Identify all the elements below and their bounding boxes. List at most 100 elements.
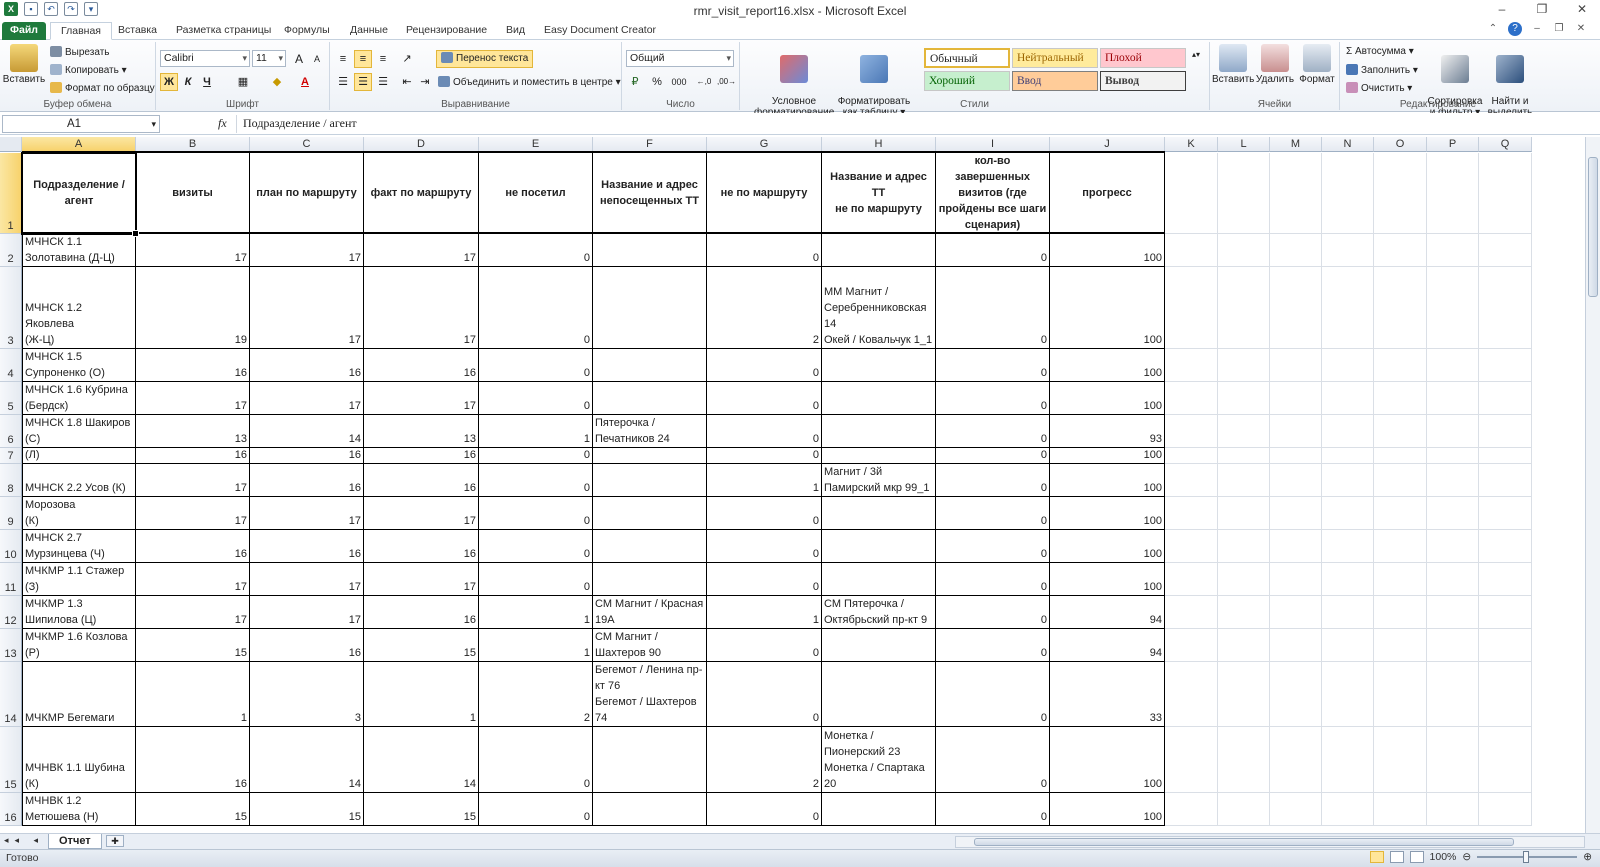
table-cell-j[interactable]: 100 [1050, 448, 1165, 464]
empty-cell[interactable] [1479, 530, 1532, 563]
column-header-h[interactable]: H [822, 137, 936, 152]
empty-cell[interactable] [1165, 267, 1218, 349]
thousands-button[interactable]: 000 [668, 73, 690, 91]
empty-cell[interactable] [1165, 662, 1218, 727]
empty-cell[interactable] [1479, 464, 1532, 497]
table-cell-g[interactable]: 0 [707, 563, 822, 596]
table-cell-e[interactable]: 0 [479, 382, 593, 415]
table-cell-h[interactable]: Монетка / Пионерский 23 Монетка / Спарта… [822, 727, 936, 793]
align-left-icon[interactable]: ☰ [334, 73, 352, 91]
table-cell-g[interactable]: 1 [707, 596, 822, 629]
table-cell-d[interactable]: 17 [364, 497, 479, 530]
normal-view-icon[interactable] [1369, 851, 1384, 863]
empty-cell[interactable] [1165, 464, 1218, 497]
orientation-icon[interactable]: ↗ [398, 50, 416, 68]
table-cell-e[interactable]: 0 [479, 497, 593, 530]
empty-cell[interactable] [1270, 662, 1322, 727]
empty-cell[interactable] [1479, 234, 1532, 267]
table-cell-h[interactable] [822, 793, 936, 826]
table-cell-i[interactable]: 0 [936, 234, 1050, 267]
table-cell-i[interactable]: 0 [936, 727, 1050, 793]
row-header[interactable]: 13 [0, 629, 22, 662]
table-cell-g[interactable]: 1 [707, 464, 822, 497]
empty-cell[interactable] [1322, 629, 1374, 662]
column-header-n[interactable]: N [1322, 137, 1374, 152]
table-cell-h[interactable] [822, 448, 936, 464]
empty-cell[interactable] [1427, 727, 1479, 793]
column-header-b[interactable]: B [136, 137, 250, 152]
header-cell-e[interactable]: не посетил [479, 153, 593, 234]
row-header[interactable]: 4 [0, 349, 22, 382]
table-cell-c[interactable]: 17 [250, 267, 364, 349]
tab-review[interactable]: Рецензирование [396, 22, 497, 40]
table-cell-d[interactable]: 15 [364, 629, 479, 662]
vertical-scroll-thumb[interactable] [1588, 157, 1598, 297]
table-cell-b[interactable]: 17 [136, 497, 250, 530]
table-cell-i[interactable]: 0 [936, 448, 1050, 464]
table-cell-b[interactable]: 16 [136, 349, 250, 382]
name-box[interactable]: A1 [2, 115, 160, 133]
paste-button[interactable]: Вставить [2, 44, 46, 85]
empty-cell[interactable] [1270, 629, 1322, 662]
style-normal[interactable]: Обычный [924, 48, 1010, 68]
format-painter-button[interactable]: Формат по образцу [50, 82, 155, 94]
table-cell-c[interactable]: 3 [250, 662, 364, 727]
font-name-select[interactable]: Calibri [160, 50, 250, 67]
cut-button[interactable]: Вырезать [50, 46, 109, 58]
tab-formulas[interactable]: Формулы [274, 22, 340, 40]
worksheet-grid[interactable]: A B C D E F G H I J K L M N O P Q 1 Подразделение / агент в… [0, 137, 1585, 833]
empty-cell[interactable] [1270, 267, 1322, 349]
empty-cell[interactable] [1374, 596, 1427, 629]
empty-cell[interactable] [1165, 448, 1218, 464]
empty-cell[interactable] [1479, 415, 1532, 448]
row-header[interactable]: 2 [0, 234, 22, 267]
empty-cell[interactable] [1270, 464, 1322, 497]
table-cell-i[interactable]: 0 [936, 349, 1050, 382]
insert-sheet-icon[interactable]: ✚ [106, 835, 124, 847]
table-cell-d[interactable]: 14 [364, 727, 479, 793]
page-layout-view-icon[interactable] [1389, 851, 1404, 863]
table-cell-e[interactable]: 0 [479, 793, 593, 826]
empty-cell[interactable] [1479, 629, 1532, 662]
ribbon-minimize-icon[interactable]: ⌃ [1486, 22, 1500, 36]
empty-cell[interactable] [1374, 382, 1427, 415]
styles-more-icon[interactable]: ▴▾ [1190, 46, 1202, 92]
empty-cell[interactable] [1165, 349, 1218, 382]
row-header[interactable]: 12 [0, 596, 22, 629]
empty-cell[interactable] [1427, 464, 1479, 497]
table-cell-f[interactable]: СМ Магнит / Красная 19А [593, 596, 707, 629]
italic-button[interactable]: К [179, 73, 197, 91]
table-cell-d[interactable]: 17 [364, 382, 479, 415]
row-header[interactable]: 10 [0, 530, 22, 563]
table-cell-i[interactable]: 0 [936, 464, 1050, 497]
column-header-d[interactable]: D [364, 137, 479, 152]
table-cell-d[interactable]: 16 [364, 448, 479, 464]
table-cell-f[interactable] [593, 448, 707, 464]
clear-button[interactable]: Очистить ▾ [1346, 82, 1412, 94]
table-cell-i[interactable]: 0 [936, 662, 1050, 727]
table-cell-b[interactable]: 17 [136, 382, 250, 415]
table-cell-f[interactable] [593, 497, 707, 530]
empty-cell[interactable] [1165, 530, 1218, 563]
header-cell-a[interactable]: Подразделение / агент [22, 153, 136, 234]
column-header-m[interactable]: M [1270, 137, 1322, 152]
table-cell-f[interactable]: Пятерочка / Печатников 24 [593, 415, 707, 448]
table-cell-c[interactable]: 17 [250, 234, 364, 267]
table-cell-j[interactable]: 100 [1050, 267, 1165, 349]
style-bad[interactable]: Плохой [1100, 48, 1186, 68]
table-cell-d[interactable]: 17 [364, 267, 479, 349]
empty-cell[interactable] [1218, 464, 1270, 497]
table-cell-a[interactable]: МЧНСК 1.5 Супроненко (О) [22, 349, 136, 382]
table-cell-f[interactable] [593, 464, 707, 497]
table-cell-h[interactable] [822, 563, 936, 596]
table-cell-f[interactable] [593, 234, 707, 267]
sheet-tab-report[interactable]: Отчет [48, 834, 102, 849]
empty-cell[interactable] [1374, 153, 1427, 234]
table-cell-g[interactable]: 0 [707, 415, 822, 448]
row-header[interactable]: 11 [0, 563, 22, 596]
empty-cell[interactable] [1270, 234, 1322, 267]
increase-decimal-button[interactable]: ←,0 [694, 73, 714, 91]
table-cell-a[interactable]: МЧНСК 2.2 Усов (К) [22, 464, 136, 497]
empty-cell[interactable] [1322, 727, 1374, 793]
workbook-restore-icon[interactable]: ❐ [1552, 22, 1566, 36]
